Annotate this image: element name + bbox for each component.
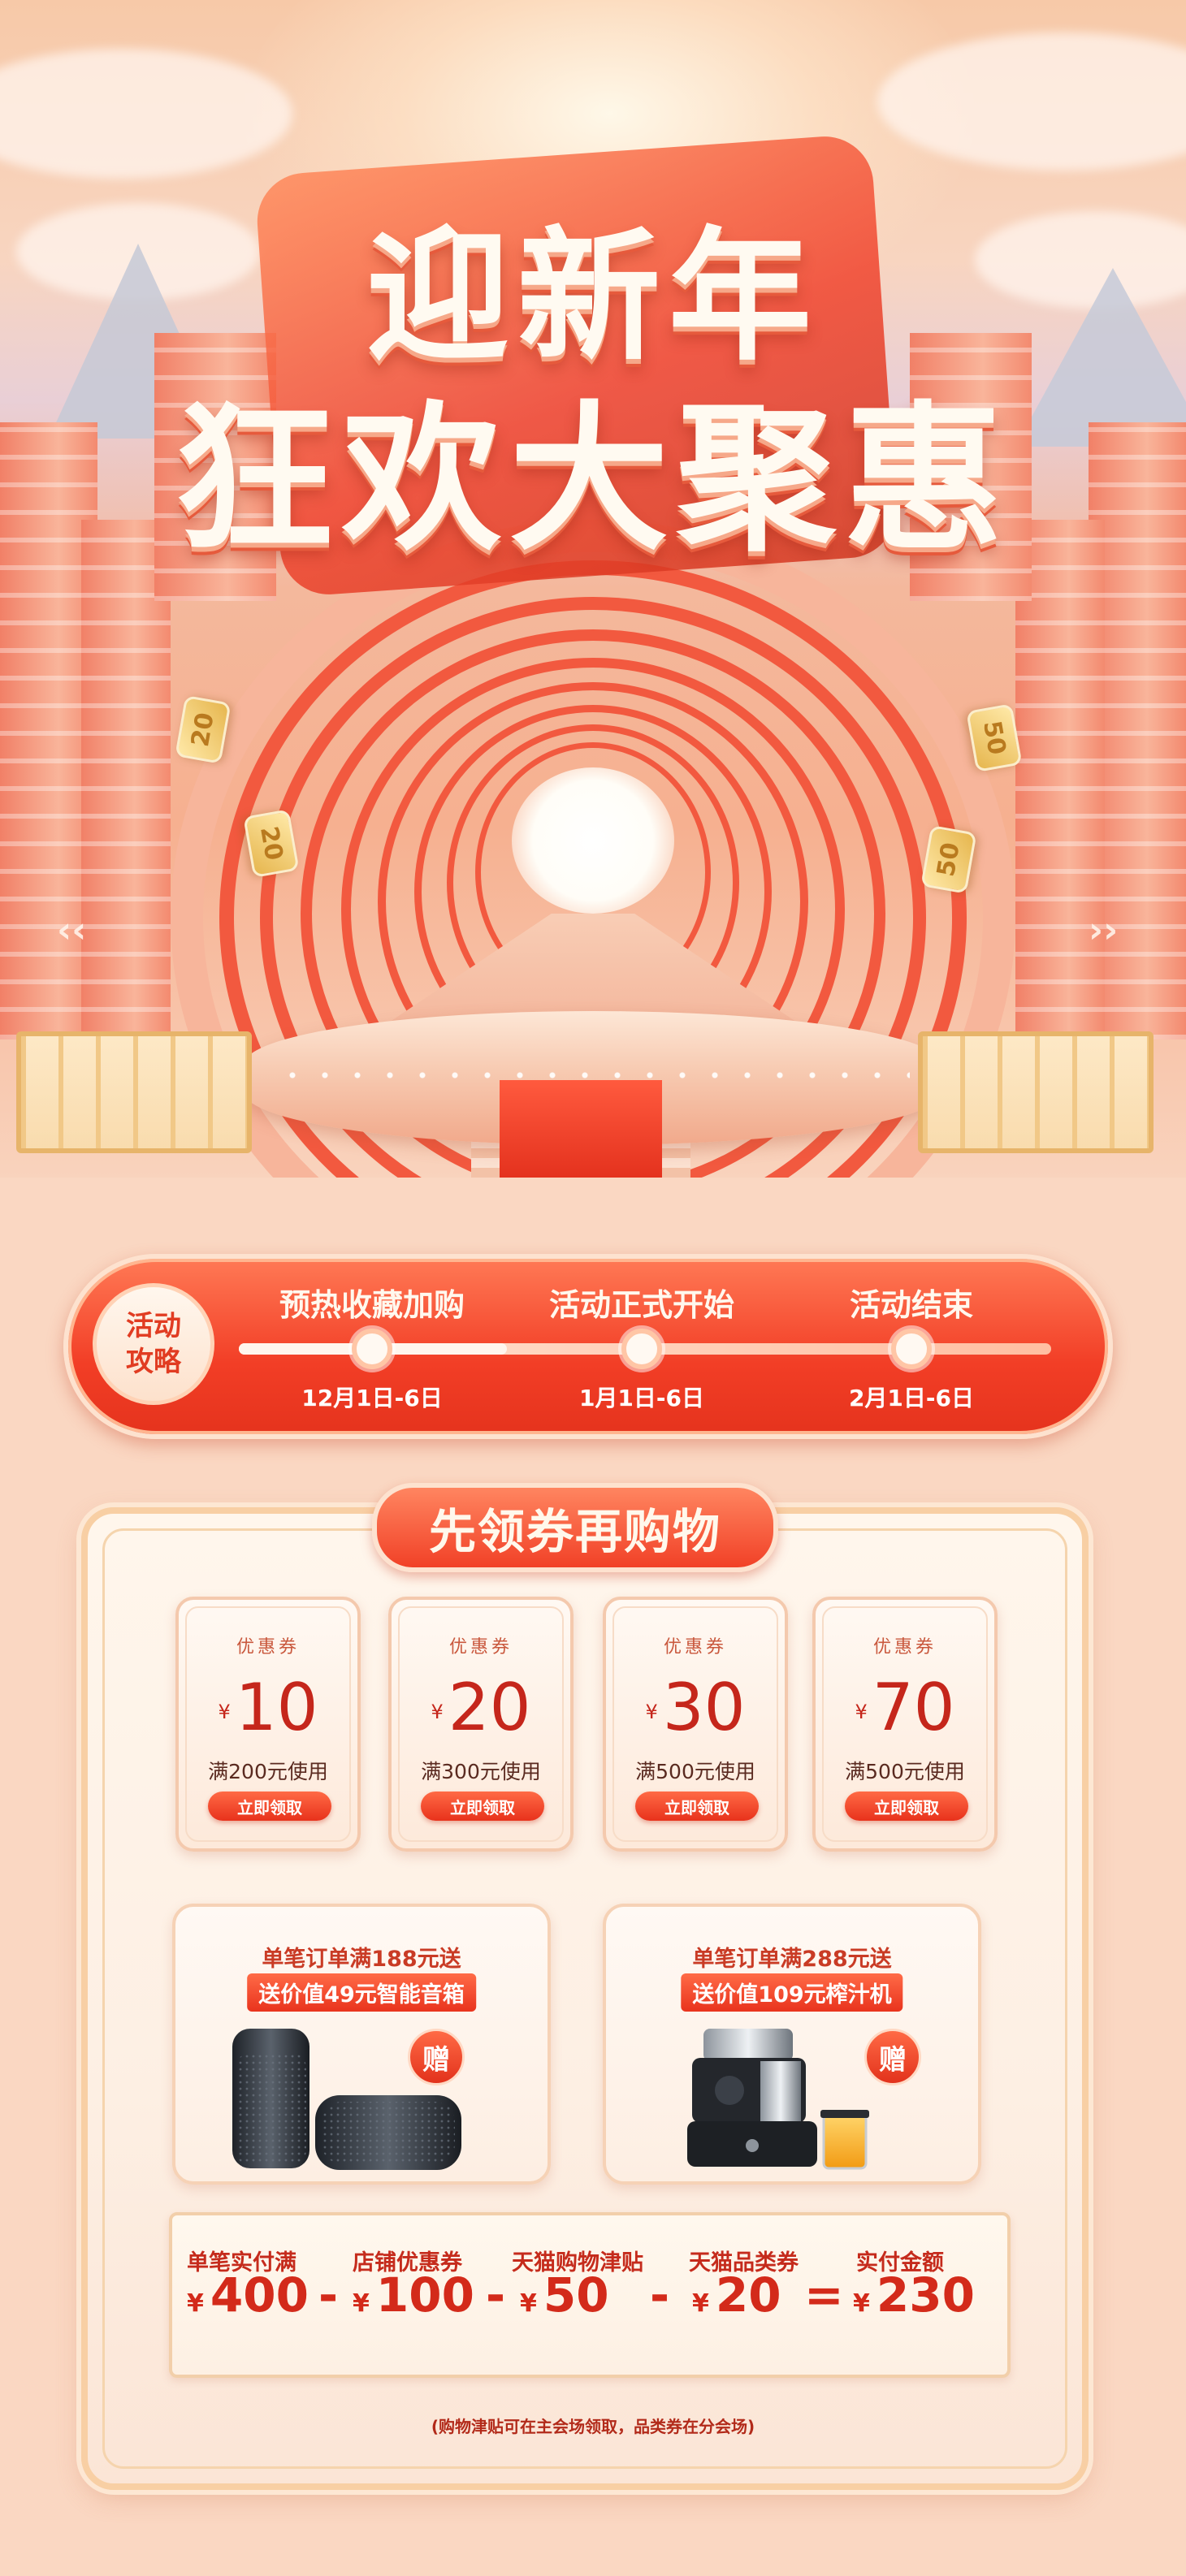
gift-description: 送价值49元智能音箱 (247, 1973, 476, 2012)
gift-card-juicer[interactable]: 单笔订单满288元送 送价值109元榨汁机 赠 (603, 1904, 981, 2185)
timeline-badge-line1: 活动 (126, 1310, 181, 1342)
coupon-condition: 满500元使用 (635, 1760, 755, 1783)
timeline-step-dot (352, 1329, 392, 1369)
hero-banner: 迎新年 狂欢大聚惠 20 20 50 50 ‹‹ ›› (0, 0, 1186, 1178)
hero-title-line2: 狂欢大聚惠 (174, 387, 1011, 573)
fence-right (918, 1031, 1154, 1153)
coupon-condition: 满300元使用 (421, 1760, 541, 1783)
fence-left (16, 1031, 252, 1153)
chevron-right-icon: ›› (1089, 910, 1119, 951)
currency-symbol: ¥ (645, 1701, 658, 1724)
calc-value: ¥100 (353, 2267, 474, 2323)
currency-symbol: ¥ (520, 2289, 537, 2318)
calc-operator: - (486, 2267, 506, 2323)
coupon-label: 优惠券 (663, 1637, 727, 1658)
currency-symbol: ¥ (853, 2289, 870, 2318)
gift-threshold: 单笔订单满188元送 (262, 1947, 461, 1972)
coupon-condition: 满200元使用 (208, 1760, 328, 1783)
coupon-card: 优惠券 ¥20 满300元使用 立即领取 (388, 1597, 574, 1852)
coupon-amount: ¥30 (606, 1670, 785, 1745)
coupon-value: 30 (662, 1670, 746, 1745)
timeline-step-date: 2月1日-6日 (848, 1385, 975, 1411)
timeline-step-label: 预热收藏加购 (279, 1287, 465, 1323)
gift-tag-icon: 赠 (408, 2029, 465, 2085)
coupon-label: 优惠券 (872, 1637, 937, 1658)
coupon-card: 优惠券 ¥30 满500元使用 立即领取 (603, 1597, 788, 1852)
gift-card-speaker[interactable]: 单笔订单满188元送 送价值49元智能音箱 赠 (172, 1904, 551, 2185)
timeline-step-date: 1月1日-6日 (578, 1385, 705, 1411)
calc-amount: 230 (876, 2267, 975, 2323)
calc-operator: - (318, 2267, 339, 2323)
coupon-card: 优惠券 ¥10 满200元使用 立即领取 (175, 1597, 361, 1852)
claim-coupon-button[interactable]: 立即领取 (421, 1792, 544, 1821)
timeline-step-dot (621, 1329, 662, 1369)
coupon-value: 10 (235, 1670, 318, 1745)
currency-symbol: ¥ (187, 2289, 204, 2318)
footnote: (购物津贴可在主会场领取，品类券在分会场) (431, 2417, 755, 2436)
red-carpet (500, 1080, 662, 1178)
coupon-label: 优惠券 (448, 1637, 513, 1658)
calc-amount: 20 (715, 2267, 781, 2323)
claim-coupon-button[interactable]: 立即领取 (635, 1792, 759, 1821)
calc-value: ¥400 (187, 2267, 309, 2323)
coupon-amount: ¥10 (179, 1670, 357, 1745)
stage-lights (276, 1072, 910, 1078)
gift-tag-icon: 赠 (864, 2029, 921, 2085)
event-timeline: 活动 攻略 预热收藏加购 12月1日-6日 活动正式开始 1月1日-6日 活动结… (63, 1254, 1113, 1439)
timeline-step-date: 12月1日-6日 (301, 1385, 443, 1411)
calc-operator: - (650, 2267, 670, 2323)
gift-description: 送价值109元榨汁机 (681, 1973, 903, 2012)
coupon-value: 20 (448, 1670, 531, 1745)
coupon-condition: 满500元使用 (845, 1760, 965, 1783)
timeline-step-label: 活动正式开始 (548, 1287, 734, 1323)
calc-value: ¥20 (692, 2267, 781, 2323)
juicer-image (687, 2029, 869, 2170)
currency-symbol: ¥ (353, 2289, 370, 2318)
currency-symbol: ¥ (431, 1701, 444, 1724)
calc-amount: 100 (375, 2267, 474, 2323)
coupon-card: 优惠券 ¥70 满500元使用 立即领取 (812, 1597, 998, 1852)
claim-coupon-button[interactable]: 立即领取 (845, 1792, 968, 1821)
chevron-left-icon: ‹‹ (57, 910, 87, 951)
coupon-value: 70 (872, 1670, 955, 1745)
section-title: 先领券再购物 (372, 1483, 778, 1572)
timeline-badge-line2: 攻略 (126, 1346, 181, 1378)
timeline-badge: 活动 攻略 (93, 1283, 214, 1405)
calc-amount: 400 (210, 2267, 309, 2323)
cloud (0, 49, 292, 179)
calc-operator: = (804, 2267, 844, 2323)
coupon-amount: ¥70 (816, 1670, 994, 1745)
claim-coupon-button[interactable]: 立即领取 (208, 1792, 331, 1821)
currency-symbol: ¥ (692, 2289, 709, 2318)
currency-symbol: ¥ (855, 1701, 868, 1724)
price-calculation: 单笔实付满 ¥400 - 店铺优惠券 ¥100 - 天猫购物津贴 ¥50 - 天… (169, 2212, 1011, 2378)
timeline-step-dot (891, 1329, 932, 1369)
gift-threshold: 单笔订单满288元送 (692, 1947, 892, 1972)
tunnel-light (512, 767, 674, 914)
timeline-step-label: 活动结束 (849, 1287, 973, 1323)
calc-value: ¥230 (853, 2267, 975, 2323)
currency-symbol: ¥ (218, 1701, 231, 1724)
coupon-amount: ¥20 (392, 1670, 570, 1745)
coupon-label: 优惠券 (236, 1637, 300, 1658)
calc-value: ¥50 (520, 2267, 609, 2323)
calc-amount: 50 (543, 2267, 609, 2323)
